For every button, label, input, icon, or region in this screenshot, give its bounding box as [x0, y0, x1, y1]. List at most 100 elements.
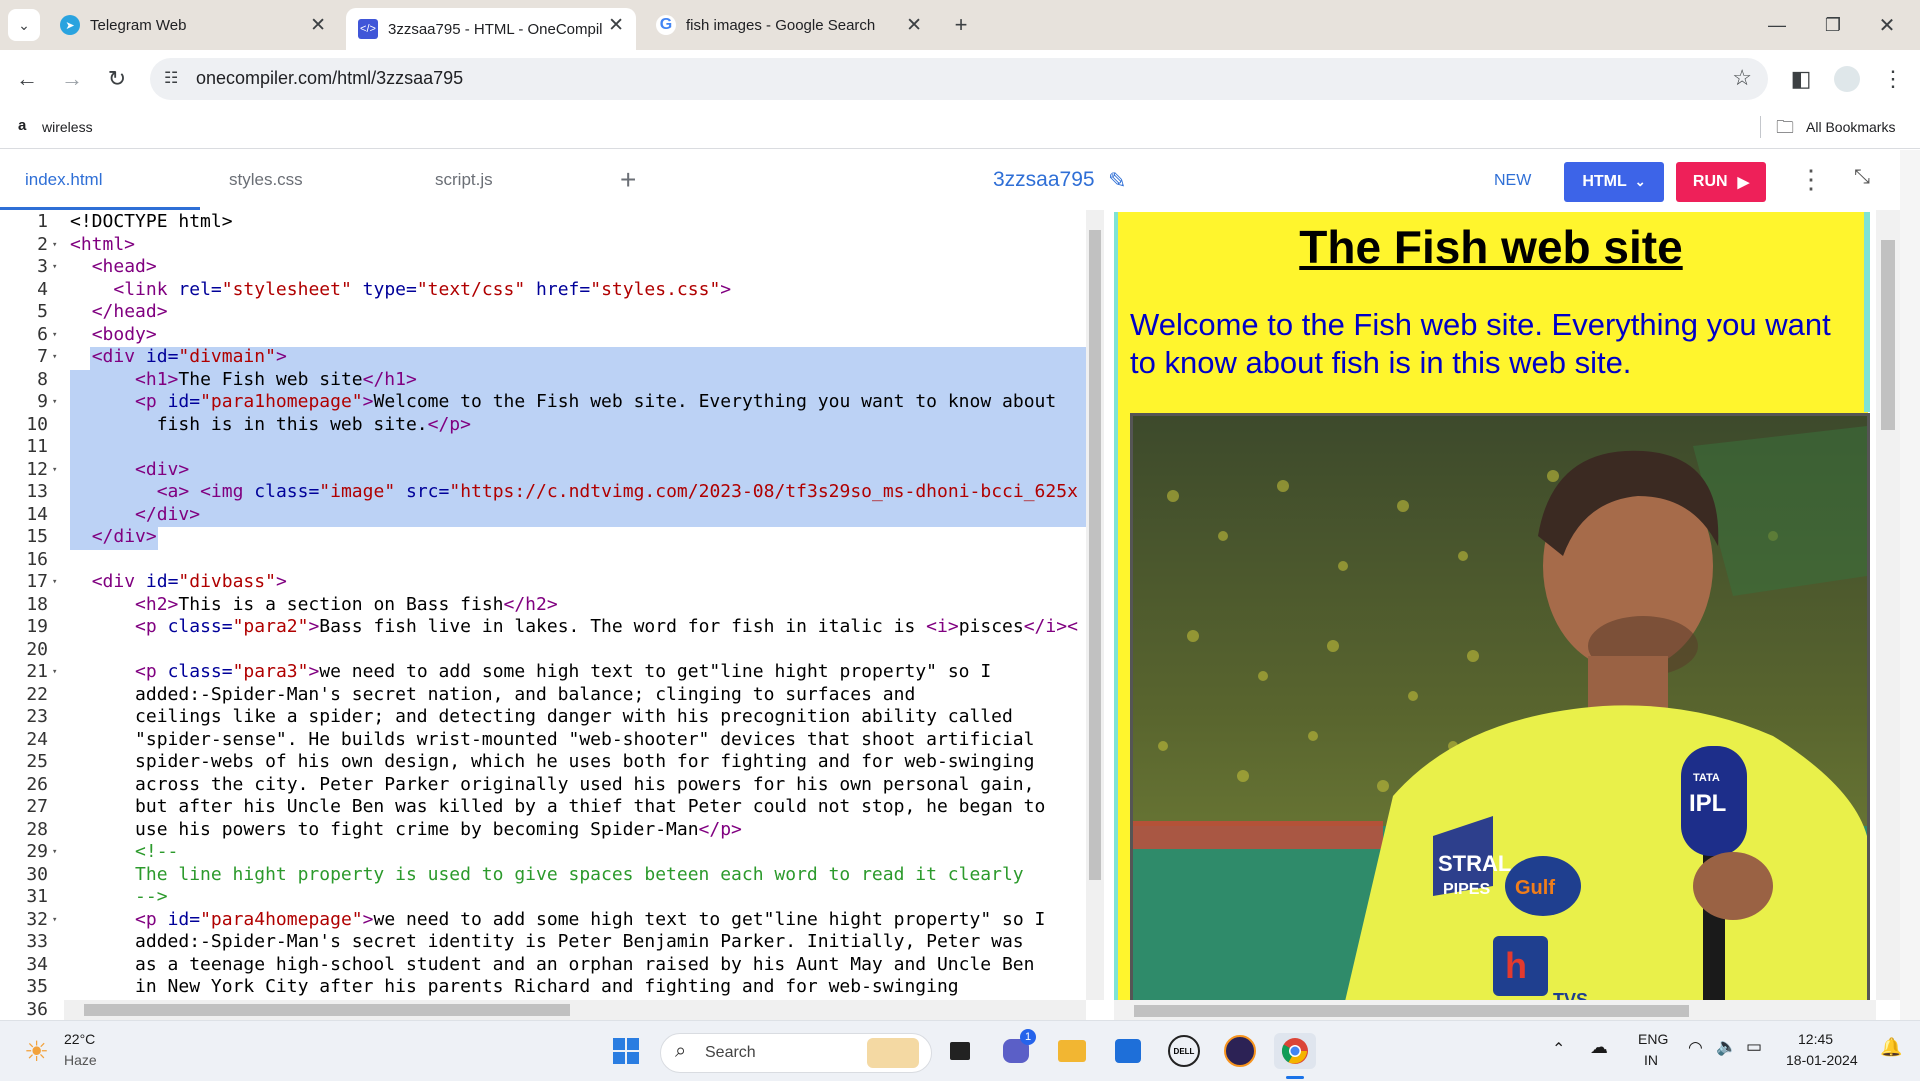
microsoft-store-icon[interactable]: [1110, 1033, 1146, 1069]
fold-arrow-icon[interactable]: ▾: [52, 234, 57, 257]
clock-date[interactable]: 18-01-2024: [1786, 1052, 1858, 1068]
tab-onecompiler[interactable]: </> 3zzsaa795 - HTML - OneCompil ✕: [346, 8, 636, 50]
code-line[interactable]: added:-Spider-Man's secret identity is P…: [70, 931, 1024, 954]
url-text[interactable]: onecompiler.com/html/3zzsaa795: [196, 68, 463, 89]
fold-arrow-icon[interactable]: ▾: [52, 909, 57, 932]
menu-kebab-icon[interactable]: ⋮: [1876, 62, 1910, 96]
eclipse-icon[interactable]: [1222, 1033, 1258, 1069]
preview-hscroll-thumb[interactable]: [1134, 1005, 1689, 1017]
code-line[interactable]: </div>: [70, 504, 200, 527]
chrome-icon[interactable]: [1274, 1033, 1316, 1069]
region-indicator[interactable]: IN: [1644, 1052, 1658, 1068]
fold-arrow-icon[interactable]: ▾: [52, 346, 57, 369]
code-line[interactable]: <!DOCTYPE html>: [70, 211, 233, 234]
page-vertical-scrollbar[interactable]: [1900, 150, 1920, 1020]
fold-arrow-icon[interactable]: ▾: [52, 459, 57, 482]
code-line[interactable]: The line hight property is used to give …: [70, 864, 1024, 887]
tab-telegram[interactable]: ➤ Telegram Web ✕: [48, 8, 338, 42]
cloud-icon[interactable]: ☁: [1590, 1037, 1608, 1058]
file-tab-index-html[interactable]: index.html: [25, 170, 102, 190]
tab-google-search[interactable]: G fish images - Google Search ✕: [644, 8, 934, 42]
code-line[interactable]: fish is in this web site.</p>: [70, 414, 471, 437]
fold-arrow-icon[interactable]: ▾: [52, 661, 57, 684]
code-editor[interactable]: 1 <!DOCTYPE html> 2 ▾ <html> 3 ▾ <head> 4 <l…: [0, 210, 1104, 1020]
bookmark-star-icon[interactable]: ☆: [1732, 65, 1752, 91]
side-panel-icon[interactable]: ◧: [1784, 62, 1818, 96]
code-line[interactable]: <p class="para3">we need to add some hig…: [70, 661, 991, 684]
code-line[interactable]: added:-Spider-Man's secret nation, and b…: [70, 684, 915, 707]
close-window-button[interactable]: ✕: [1870, 8, 1904, 42]
code-line[interactable]: in New York City after his parents Richa…: [70, 976, 959, 999]
clock-time[interactable]: 12:45: [1798, 1031, 1833, 1047]
forward-button[interactable]: →: [55, 62, 89, 96]
all-bookmarks-link[interactable]: All Bookmarks: [1806, 119, 1895, 135]
teams-chat-icon[interactable]: 1: [998, 1029, 1036, 1069]
code-line[interactable]: <a> <img class="image" src="https://c.nd…: [70, 481, 1078, 504]
output-preview[interactable]: The Fish web site Welcome to the Fish we…: [1114, 210, 1900, 1020]
code-line[interactable]: </div>: [70, 526, 157, 549]
code-line[interactable]: ceilings like a spider; and detecting da…: [70, 706, 1013, 729]
weather-icon[interactable]: ☀: [24, 1035, 49, 1068]
code-line[interactable]: <div id="divmain">: [70, 346, 287, 369]
address-bar[interactable]: ☷ onecompiler.com/html/3zzsaa795 ☆: [150, 58, 1768, 100]
code-line[interactable]: <div id="divbass">: [70, 571, 287, 594]
new-button[interactable]: NEW: [1494, 172, 1531, 190]
code-line[interactable]: <p id="para4homepage">we need to add som…: [70, 909, 1045, 932]
code-line[interactable]: -->: [70, 886, 168, 909]
task-view-icon[interactable]: [942, 1033, 978, 1069]
weather-desc[interactable]: Haze: [64, 1052, 97, 1068]
dell-icon[interactable]: DELL: [1166, 1033, 1202, 1069]
battery-icon[interactable]: ▭: [1746, 1037, 1762, 1057]
close-icon[interactable]: ✕: [310, 14, 326, 37]
new-tab-button[interactable]: +: [944, 8, 978, 42]
code-line[interactable]: "spider-sense". He builds wrist-mounted …: [70, 729, 1034, 752]
maximize-button[interactable]: ❐: [1816, 8, 1850, 42]
weather-temp[interactable]: 22°C: [64, 1031, 95, 1047]
more-options-icon[interactable]: ⋮: [1798, 164, 1824, 195]
taskbar-search[interactable]: ⌕ Search: [660, 1033, 932, 1073]
file-explorer-icon[interactable]: [1054, 1033, 1090, 1069]
tab-search-button[interactable]: ⌄: [8, 9, 40, 41]
close-icon[interactable]: ✕: [906, 14, 922, 37]
bookmark-wireless[interactable]: wireless: [42, 119, 93, 135]
code-line[interactable]: <!--: [70, 841, 178, 864]
windows-start-icon[interactable]: [608, 1033, 644, 1069]
code-line[interactable]: but after his Uncle Ben was killed by a …: [70, 796, 1045, 819]
code-line[interactable]: <div>: [70, 459, 189, 482]
volume-icon[interactable]: 🔈: [1716, 1037, 1737, 1057]
code-line[interactable]: across the city. Peter Parker originally…: [70, 774, 1034, 797]
preview-scroll-thumb[interactable]: [1881, 240, 1895, 430]
edit-pencil-icon[interactable]: ✎: [1108, 168, 1126, 194]
code-line[interactable]: <p class="para2">Bass fish live in lakes…: [70, 616, 1078, 639]
code-line[interactable]: <html>: [70, 234, 135, 257]
code-line[interactable]: <link rel="stylesheet" type="text/css" h…: [70, 279, 731, 302]
language-select[interactable]: HTML ⌄: [1564, 162, 1664, 202]
code-line[interactable]: as a teenage high-school student and an …: [70, 954, 1034, 977]
chevron-up-icon[interactable]: ⌃: [1552, 1039, 1565, 1059]
code-line[interactable]: <body>: [70, 324, 157, 347]
fold-arrow-icon[interactable]: ▾: [52, 841, 57, 864]
notification-bell-icon[interactable]: 🔔: [1880, 1037, 1902, 1058]
language-indicator[interactable]: ENG: [1638, 1031, 1668, 1047]
code-line[interactable]: </head>: [70, 301, 168, 324]
site-info-icon[interactable]: ☷: [164, 68, 178, 88]
fold-arrow-icon[interactable]: ▾: [52, 256, 57, 279]
code-line[interactable]: <h1>The Fish web site</h1>: [70, 369, 417, 392]
editor-scroll-thumb[interactable]: [1089, 230, 1101, 880]
editor-hscroll-thumb[interactable]: [84, 1004, 570, 1016]
file-tab-script-js[interactable]: script.js: [435, 170, 493, 190]
collapse-icon[interactable]: ⤡: [1854, 166, 1870, 189]
code-line[interactable]: spider-webs of his own design, which he …: [70, 751, 1034, 774]
profile-avatar[interactable]: [1830, 62, 1864, 96]
run-button[interactable]: RUN ▶: [1676, 162, 1766, 202]
minimize-button[interactable]: —: [1760, 8, 1794, 42]
fold-arrow-icon[interactable]: ▾: [52, 324, 57, 347]
code-line[interactable]: <head>: [70, 256, 157, 279]
add-file-button[interactable]: +: [620, 164, 636, 196]
reload-button[interactable]: ↻: [100, 62, 134, 96]
code-line[interactable]: use his powers to fight crime by becomin…: [70, 819, 742, 842]
wifi-icon[interactable]: ◠: [1688, 1038, 1703, 1058]
code-line[interactable]: <p id="para1homepage">Welcome to the Fis…: [70, 391, 1056, 414]
fold-arrow-icon[interactable]: ▾: [52, 391, 57, 414]
back-button[interactable]: ←: [10, 62, 44, 96]
